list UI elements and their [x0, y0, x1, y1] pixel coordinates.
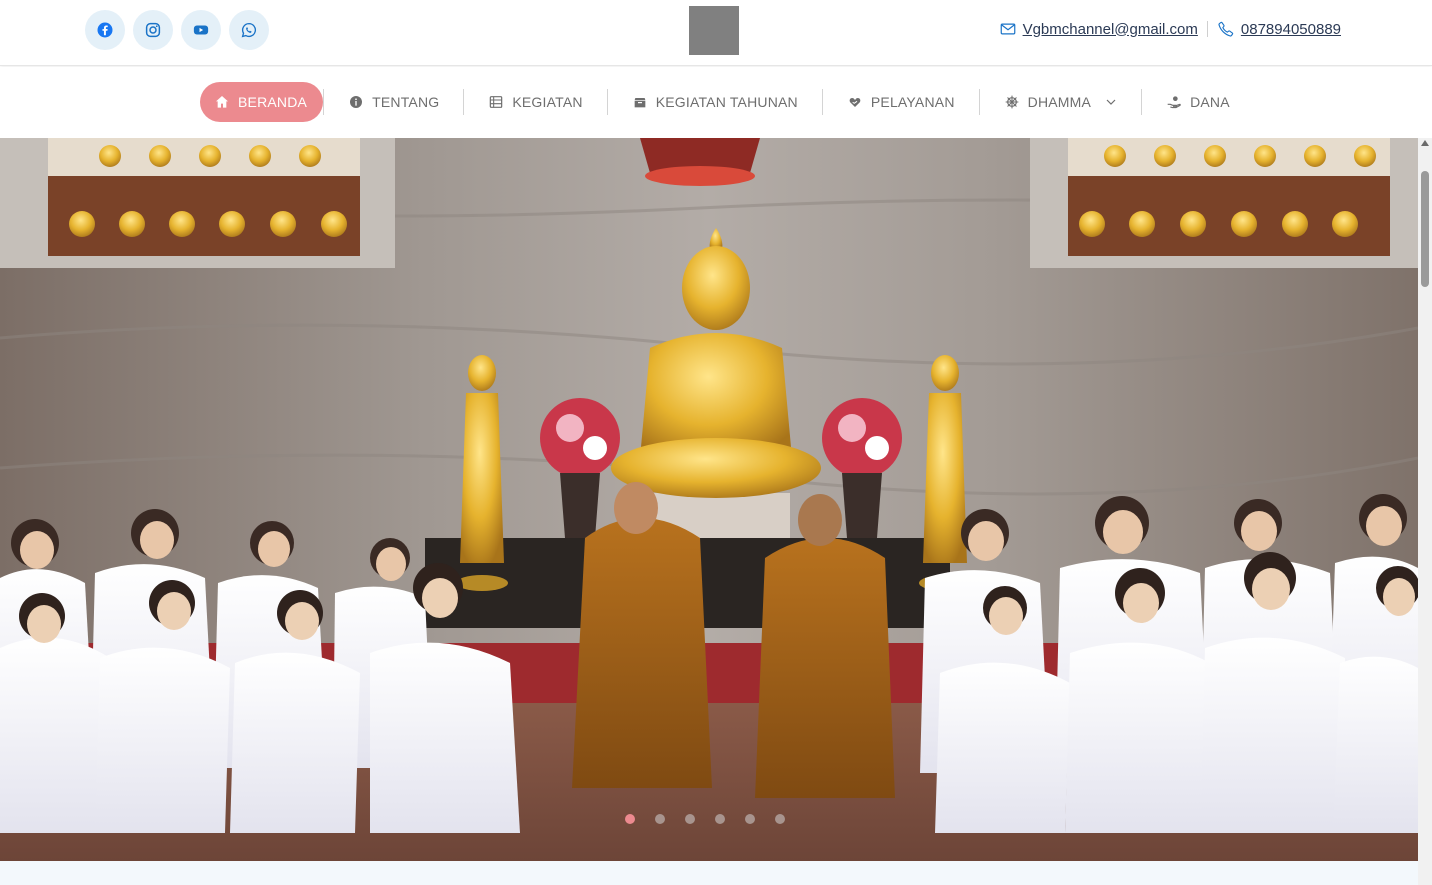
nav-item-dana[interactable]: DANA [1142, 82, 1254, 122]
social-links [85, 10, 269, 50]
youtube-link[interactable] [181, 10, 221, 50]
nav-item-label: DHAMMA [1027, 94, 1092, 110]
carousel-dot[interactable] [685, 814, 695, 824]
instagram-icon [145, 22, 161, 38]
carousel-dot[interactable] [715, 814, 725, 824]
youtube-icon [193, 25, 209, 35]
carousel-indicators [625, 814, 785, 824]
nav-item-pelayanan[interactable]: PELAYANAN [823, 82, 979, 122]
main-nav: BERANDA TENTANG KEGIATAN KEGIATAN TAHUNA… [0, 67, 1432, 138]
home-icon [216, 96, 228, 108]
scroll-thumb[interactable] [1421, 171, 1429, 287]
carousel-dot[interactable] [655, 814, 665, 824]
nav-item-tentang[interactable]: TENTANG [324, 82, 463, 122]
phone-link[interactable]: 087894050889 [1241, 21, 1341, 38]
dharma-wheel-icon [1005, 95, 1018, 109]
nav-item-beranda[interactable]: BERANDA [200, 82, 324, 122]
hand-heart-icon [849, 97, 861, 107]
carousel-dot[interactable] [775, 814, 785, 824]
hero-image [0, 138, 1418, 861]
list-icon [490, 96, 503, 108]
instagram-link[interactable] [133, 10, 173, 50]
whatsapp-link[interactable] [229, 10, 269, 50]
nav-item-label: TENTANG [372, 94, 440, 110]
facebook-icon [97, 22, 113, 38]
next-section [0, 861, 1418, 885]
mail-icon [999, 20, 1017, 38]
carousel-dot[interactable] [745, 814, 755, 824]
phone-icon [1217, 20, 1235, 38]
nav-item-label: KEGIATAN TAHUNAN [655, 94, 798, 110]
contact-divider [1206, 21, 1208, 37]
info-icon [350, 96, 363, 108]
scroll-up-arrow-icon[interactable] [1421, 140, 1429, 146]
email-link[interactable]: Vgbmchannel@gmail.com [1023, 21, 1198, 38]
donate-icon [1167, 96, 1181, 109]
nav-item-label: KEGIATAN [512, 94, 583, 110]
whatsapp-icon [241, 22, 257, 38]
nav-menu: BERANDA TENTANG KEGIATAN KEGIATAN TAHUNA… [200, 82, 1254, 122]
top-bar: Vgbmchannel@gmail.com 087894050889 [0, 0, 1432, 66]
contact-info: Vgbmchannel@gmail.com 087894050889 [999, 20, 1341, 38]
page-scrollbar[interactable] [1418, 138, 1432, 885]
carousel-dot[interactable] [625, 814, 635, 824]
nav-item-label: BERANDA [238, 94, 308, 110]
hero-carousel[interactable] [0, 138, 1418, 861]
facebook-link[interactable] [85, 10, 125, 50]
chevron-down-icon [1106, 99, 1116, 105]
nav-item-dhamma[interactable]: DHAMMA [980, 82, 1141, 122]
nav-item-kegiatan-tahunan[interactable]: KEGIATAN TAHUNAN [608, 82, 822, 122]
nav-item-label: DANA [1190, 94, 1230, 110]
nav-item-kegiatan[interactable]: KEGIATAN [464, 82, 606, 122]
site-logo[interactable] [689, 6, 739, 55]
nav-item-label: PELAYANAN [870, 94, 955, 110]
archive-icon [634, 98, 646, 108]
